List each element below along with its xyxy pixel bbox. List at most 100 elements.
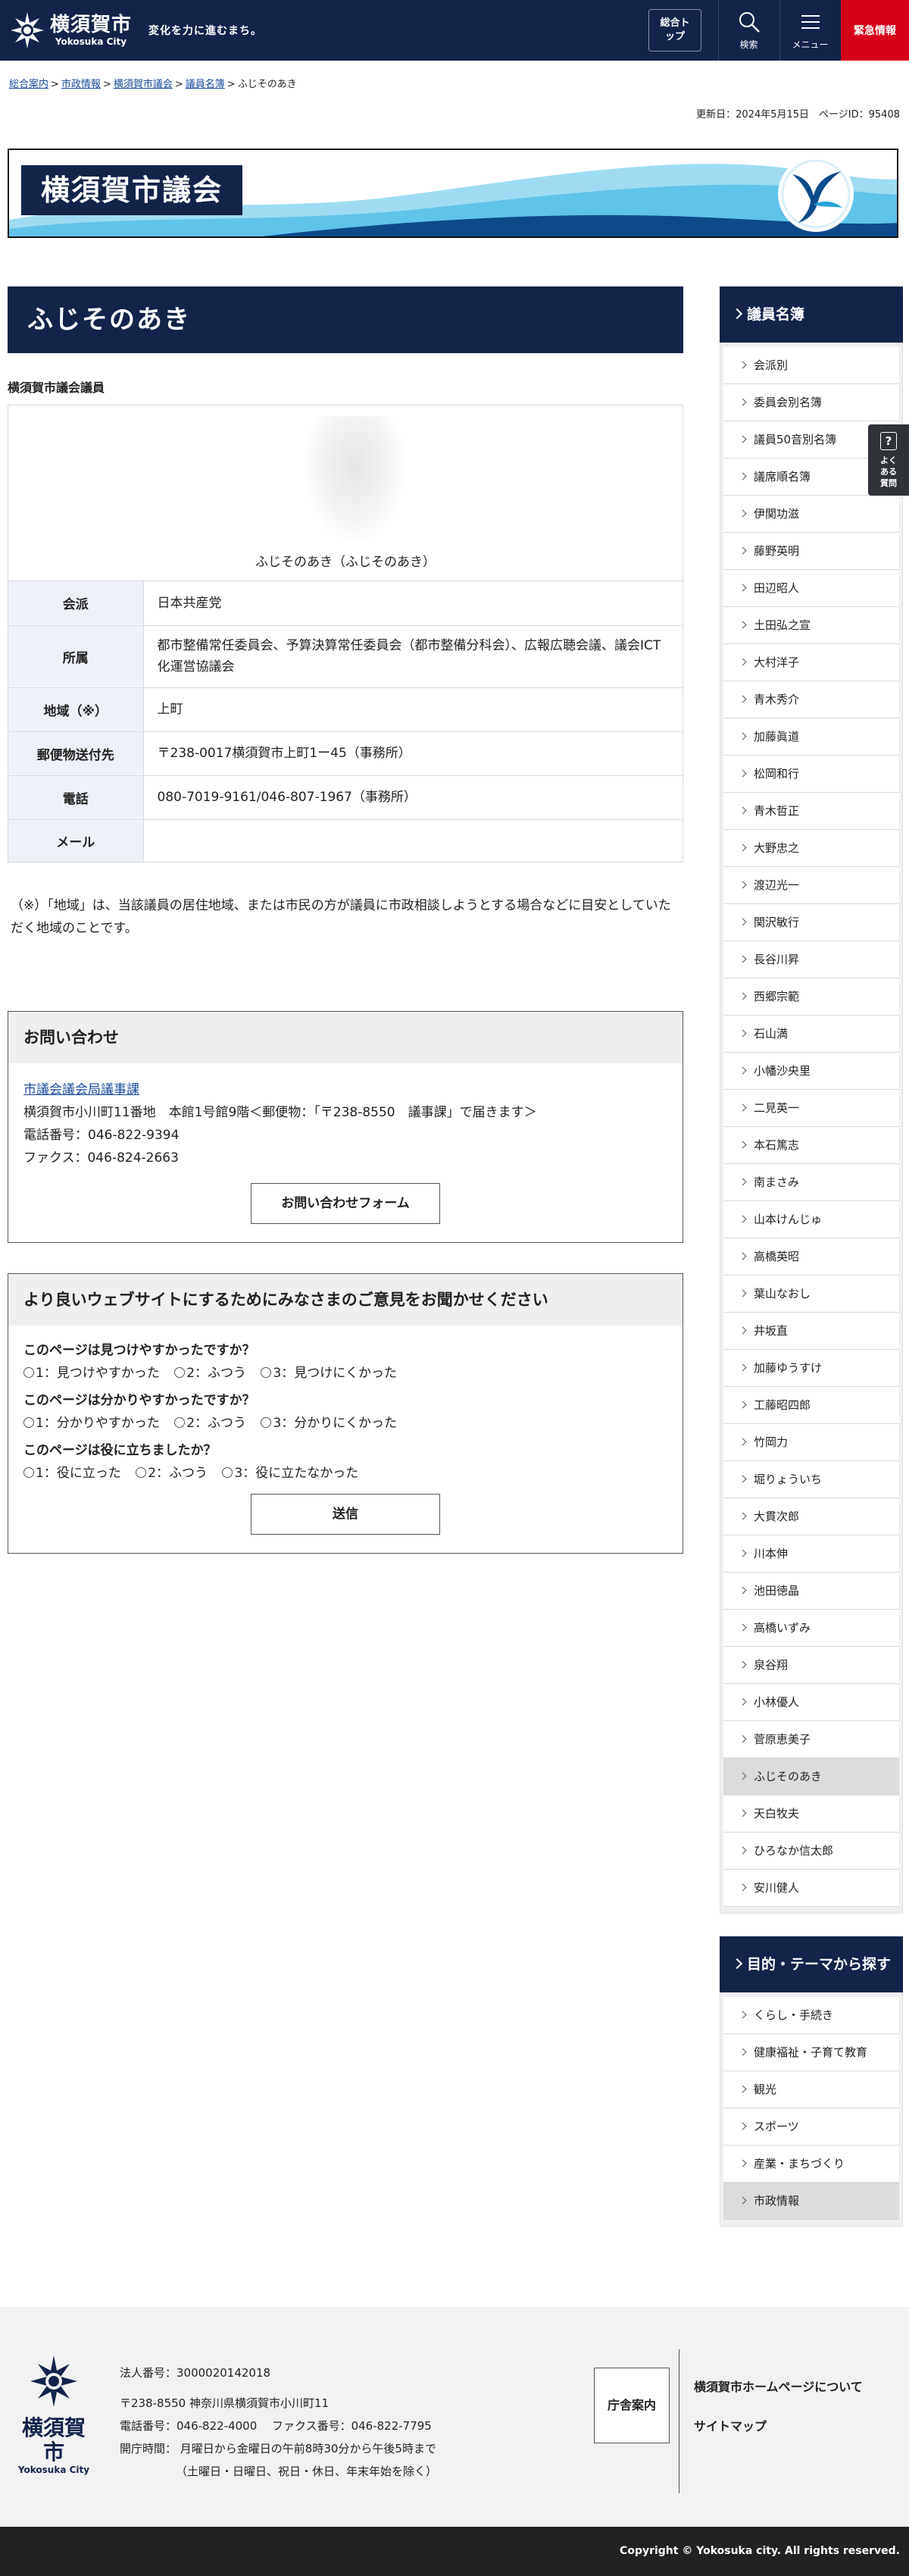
survey-q3-option[interactable]: 2：ふつう: [136, 1466, 208, 1481]
sidebar-roster-item[interactable]: 青木秀介: [723, 681, 899, 718]
sidebar-roster-item[interactable]: 小林優人: [723, 1684, 899, 1721]
sidebar-roster-item[interactable]: 土田弘之宣: [723, 607, 899, 644]
breadcrumb-link-general[interactable]: 総合案内: [9, 79, 48, 90]
contact-dept-link[interactable]: 市議会議会局議事課: [23, 1082, 139, 1097]
sidebar-roster-item[interactable]: 葉山なおし: [723, 1275, 899, 1313]
sidebar-theme-item[interactable]: スポーツ: [723, 2108, 899, 2146]
option-label: 3：分かりにくかった: [273, 1416, 397, 1431]
sidebar-roster-item[interactable]: 堀りょういち: [723, 1461, 899, 1498]
top-page-button[interactable]: 総合トップ: [648, 9, 701, 52]
radio-icon: [136, 1467, 147, 1478]
table-row: 会派 日本共産党: [8, 581, 683, 626]
sidebar-roster-item[interactable]: 加藤眞道: [723, 718, 899, 756]
sidebar-theme-item[interactable]: くらし・手続き: [723, 1997, 899, 2034]
sidebar-theme-item[interactable]: 観光: [723, 2071, 899, 2108]
row-value-email[interactable]: [143, 819, 683, 862]
row-label-committee: 所属: [8, 625, 144, 688]
sidebar-roster-item[interactable]: 藤野英明: [723, 533, 899, 570]
site-logo[interactable]: 横須賀市 Yokosuka City: [9, 8, 153, 53]
sidebar-roster-item[interactable]: 長谷川昇: [723, 941, 899, 978]
survey-q1-option[interactable]: 1：見つけやすかった: [23, 1366, 160, 1381]
footer-link-about[interactable]: 横須賀市ホームページについて: [694, 2368, 863, 2407]
sidebar-roster-item[interactable]: 会派別: [723, 347, 899, 384]
sidebar-themes: 目的・テーマから探す くらし・手続き 健康福祉・子育て教育 観光 スポーツ 産業・まちづ…: [720, 1936, 903, 2227]
contact-form-button[interactable]: お問い合わせフォーム: [251, 1183, 440, 1224]
sidebar-roster-item[interactable]: 泉谷翔: [723, 1647, 899, 1684]
contact-fax: ファクス：046-824-2663: [23, 1150, 179, 1166]
sidebar-roster-heading[interactable]: 議員名簿: [720, 286, 903, 343]
search-icon: [739, 12, 760, 33]
sidebar-roster-item[interactable]: 大村洋子: [723, 644, 899, 681]
footer-logo[interactable]: 横須賀市 Yokosuka City: [12, 2352, 95, 2475]
radio-icon: [23, 1367, 34, 1378]
footer-info: 法人番号：3000020142018 〒238-8550 神奈川県横須賀市小川町…: [120, 2362, 437, 2483]
sidebar-theme-item[interactable]: 健康福祉・子育て教育: [723, 2034, 899, 2071]
emergency-button[interactable]: 緊急情報: [841, 0, 909, 61]
city-emblem-icon: [30, 2355, 77, 2407]
breadcrumb-link-roster[interactable]: 議員名簿: [186, 79, 225, 90]
sidebar-roster-item[interactable]: 川本伸: [723, 1535, 899, 1573]
contact-box: お問い合わせ 市議会議会局議事課 横須賀市小川町11番地 本館1号館9階＜郵便物…: [8, 1011, 683, 1243]
sidebar-themes-list: くらし・手続き 健康福祉・子育て教育 観光 スポーツ 産業・まちづくり 市政情報: [720, 1992, 903, 2227]
sidebar-roster-item[interactable]: 竹岡力: [723, 1424, 899, 1461]
sidebar-roster-item[interactable]: 石山満: [723, 1016, 899, 1053]
survey-q1-option[interactable]: 2：ふつう: [174, 1366, 246, 1381]
sidebar-roster-item[interactable]: 工藤昭四郎: [723, 1387, 899, 1424]
member-org-label: 横須賀市議会議員: [8, 380, 105, 395]
row-label-phone: 電話: [8, 775, 144, 820]
tagline: 変化を力に進むまち。: [148, 25, 262, 37]
sidebar-roster-item[interactable]: 菅原恵美子: [723, 1721, 899, 1758]
menu-icon: [801, 15, 820, 29]
sidebar-roster-item[interactable]: 高橋英昭: [723, 1238, 899, 1275]
sidebar-roster-item[interactable]: ふじそのあき: [723, 1758, 899, 1795]
sidebar-roster-item[interactable]: 大野忠之: [723, 830, 899, 867]
sidebar-roster-item[interactable]: 田辺昭人: [723, 570, 899, 607]
survey-q3: このページは役に立ちましたか？: [23, 1443, 217, 1458]
row-value-committee: 都市整備常任委員会、予算決算常任委員会（都市整備分科会）、広報広聴会議、議会IC…: [143, 625, 683, 688]
sidebar-roster-item[interactable]: 関沢敏行: [723, 904, 899, 941]
sidebar-roster-item[interactable]: 南まさみ: [723, 1164, 899, 1201]
survey-q3-option[interactable]: 1：役に立った: [23, 1466, 121, 1481]
sidebar-roster-item[interactable]: 天白牧夫: [723, 1795, 899, 1833]
survey-q1-option[interactable]: 3：見つけにくかった: [261, 1366, 397, 1381]
sidebar-roster-item[interactable]: 安川健人: [723, 1870, 899, 1907]
survey-q2-option[interactable]: 2：ふつう: [174, 1416, 246, 1431]
office-guide-button[interactable]: 庁舎案内: [594, 2368, 670, 2443]
faq-tab[interactable]: ? よくある質問: [868, 424, 909, 496]
option-label: 3：役に立たなかった: [234, 1466, 359, 1481]
search-button[interactable]: 検索: [718, 0, 779, 61]
sidebar-roster-item[interactable]: 小幡沙央里: [723, 1053, 899, 1090]
survey-submit-button[interactable]: 送信: [251, 1494, 440, 1535]
sidebar-roster-item[interactable]: ひろなか信太郎: [723, 1833, 899, 1870]
menu-button[interactable]: メニュー: [779, 0, 840, 61]
sidebar-roster-item[interactable]: 西郷宗範: [723, 978, 899, 1016]
survey-q3-option[interactable]: 3：役に立たなかった: [222, 1466, 358, 1481]
footer-link-sitemap[interactable]: サイトマップ: [694, 2407, 863, 2446]
sidebar-roster-item[interactable]: 大貫次郎: [723, 1498, 899, 1535]
survey-q2-option[interactable]: 3：分かりにくかった: [261, 1416, 397, 1431]
breadcrumb-current: ふじそのあき: [237, 79, 297, 90]
footer-logo-jp: 横須賀市: [21, 2415, 86, 2465]
radio-icon: [174, 1367, 186, 1378]
sidebar-roster-item[interactable]: 山本けんじゅ: [723, 1201, 899, 1238]
sidebar-roster-item[interactable]: 本石篤志: [723, 1127, 899, 1164]
option-label: 1：役に立った: [36, 1466, 121, 1481]
sidebar-roster-item[interactable]: 二見英一: [723, 1090, 899, 1127]
sidebar-roster-item[interactable]: 池田徳晶: [723, 1573, 899, 1610]
sidebar-roster-item[interactable]: 委員会別名簿: [723, 384, 899, 421]
sidebar-theme-item[interactable]: 市政情報: [723, 2183, 899, 2220]
breadcrumb-link-municipal[interactable]: 市政情報: [61, 79, 101, 90]
radio-icon: [23, 1417, 34, 1428]
sidebar-roster-item[interactable]: 加藤ゆうすけ: [723, 1350, 899, 1387]
sidebar-roster-item[interactable]: 伊関功滋: [723, 496, 899, 533]
option-label: 3：見つけにくかった: [273, 1366, 397, 1381]
sidebar-roster-item[interactable]: 青木哲正: [723, 793, 899, 830]
sidebar-roster-item[interactable]: 松岡和行: [723, 756, 899, 793]
sidebar-roster-item[interactable]: 井坂直: [723, 1313, 899, 1350]
sidebar-roster-item[interactable]: 高橋いずみ: [723, 1610, 899, 1647]
survey-q2-option[interactable]: 1：分かりやすかった: [23, 1416, 160, 1431]
breadcrumb-link-council[interactable]: 横須賀市議会: [114, 79, 173, 90]
sidebar-theme-item[interactable]: 産業・まちづくり: [723, 2146, 899, 2183]
sidebar-roster-item[interactable]: 渡辺光一: [723, 867, 899, 904]
breadcrumb: 総合案内 > 市政情報 > 横須賀市議会 > 議員名簿 > ふじそのあき: [9, 76, 297, 90]
